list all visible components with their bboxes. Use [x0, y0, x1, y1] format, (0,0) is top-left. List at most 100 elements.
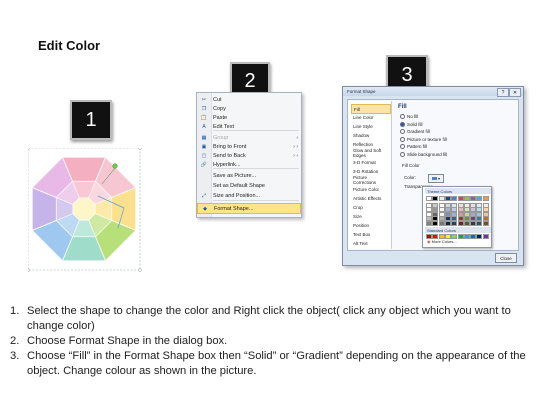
theme-color-swatch[interactable] — [476, 221, 483, 226]
nav-item-shadow[interactable]: Shadow — [351, 131, 391, 139]
dialog-nav: Fill Line Color Line Style Shadow Reflection… — [349, 101, 392, 249]
resize-handle[interactable] — [138, 148, 142, 150]
nav-item-reflection[interactable]: Reflection — [351, 140, 391, 148]
nav-item-artistic-effects[interactable]: Artistic Effects — [351, 194, 391, 202]
menu-item-format-shape[interactable]: ◆ Format Shape... — [197, 203, 301, 214]
copy-icon: ❐ — [201, 105, 207, 112]
standard-color-swatch[interactable] — [463, 234, 470, 239]
theme-color-swatch[interactable] — [444, 196, 451, 201]
current-color-swatch — [431, 177, 437, 180]
step-badge-1: 1 — [70, 100, 112, 140]
menu-item-group[interactable]: ▦ Group › — [197, 133, 301, 142]
menu-item-paste[interactable]: 📋 Paste — [197, 113, 301, 122]
fill-option-radio[interactable]: Slide background fill — [400, 151, 448, 157]
nav-item-picture-corrections[interactable]: Picture Corrections — [351, 175, 391, 185]
theme-color-swatch[interactable] — [432, 221, 439, 226]
theme-color-swatch[interactable] — [444, 221, 451, 226]
menu-item-size-and-position[interactable]: ⤢ Size and Position... — [197, 191, 301, 200]
close-icon[interactable]: ✕ — [509, 88, 521, 97]
radio-dot[interactable] — [400, 114, 405, 119]
theme-color-swatch[interactable] — [470, 196, 477, 201]
nav-item-crop[interactable]: Crop — [351, 203, 391, 211]
theme-color-swatch[interactable] — [457, 196, 464, 201]
step-number: 2. — [10, 335, 20, 347]
fill-option-radio[interactable]: Solid fill — [400, 121, 423, 127]
standard-color-swatch[interactable] — [482, 234, 489, 239]
nav-item-line-color[interactable]: Line Color — [351, 113, 391, 121]
nav-item-alt-text[interactable]: Alt Text — [351, 239, 391, 247]
octagon-center[interactable] — [72, 197, 96, 221]
menu-item-copy[interactable]: ❐ Copy — [197, 104, 301, 113]
rotate-handle[interactable] — [112, 163, 118, 169]
fill-option-label: Picture or texture fill — [407, 136, 447, 142]
fill-option-radio[interactable]: Picture or texture fill — [400, 136, 447, 142]
nav-item-size[interactable]: Size — [351, 212, 391, 220]
color-palette-dropdown: Theme Colors Standard Colors ◉ More Colo… — [422, 186, 492, 248]
theme-color-swatch[interactable] — [438, 221, 445, 226]
theme-color-swatch[interactable] — [482, 221, 489, 226]
scissors-icon: ✂ — [201, 96, 207, 103]
radio-dot[interactable] — [400, 144, 405, 149]
color-picker-button[interactable]: ▾ — [428, 174, 444, 183]
menu-separator — [213, 130, 299, 131]
text-icon: A — [202, 123, 206, 130]
radio-dot[interactable] — [400, 121, 405, 127]
standard-color-swatch[interactable] — [470, 234, 477, 239]
nav-item-3-d-format[interactable]: 3-D Format — [351, 158, 391, 166]
resize-handle[interactable] — [138, 268, 142, 272]
more-colors-label: More Colors... — [431, 239, 457, 244]
nav-item-picture-color[interactable]: Picture Color — [351, 185, 391, 193]
resize-handle[interactable] — [28, 268, 30, 272]
paste-icon: 📋 — [200, 114, 208, 121]
menu-item-label: Set as Default Shape — [213, 182, 265, 189]
menu-item-bring-to-front[interactable]: ▣ Bring to Front › › — [197, 142, 301, 151]
fill-option-radio[interactable]: No fill — [400, 114, 418, 119]
submenu-arrow-icon: › › — [293, 143, 298, 150]
hyperlink-icon: 🔗 — [200, 161, 208, 168]
close-button[interactable]: Close — [495, 253, 517, 263]
radio-dot[interactable] — [400, 136, 405, 142]
theme-color-swatch[interactable] — [426, 221, 432, 226]
fill-option-label: Pattern fill — [407, 144, 428, 149]
menu-item-label: Format Shape... — [214, 205, 254, 212]
nav-item-position[interactable]: Position — [351, 221, 391, 229]
step-number: 3. — [10, 350, 20, 362]
theme-color-swatch[interactable] — [426, 196, 432, 201]
radio-dot[interactable] — [400, 129, 405, 134]
menu-item-cut[interactable]: ✂ Cut — [197, 95, 301, 104]
theme-color-swatch[interactable] — [470, 221, 477, 226]
format-shape-icon: ◆ — [203, 205, 207, 212]
theme-color-swatch[interactable] — [432, 196, 439, 201]
menu-item-set-as-default-shape[interactable]: Set as Default Shape — [197, 181, 301, 190]
bring-front-icon: ▣ — [201, 143, 207, 150]
fill-option-label: Gradient fill — [407, 129, 430, 134]
theme-color-swatch[interactable] — [482, 196, 489, 201]
theme-color-swatch[interactable] — [463, 196, 470, 201]
resize-handle[interactable] — [28, 148, 30, 150]
standard-color-swatch[interactable] — [457, 234, 464, 239]
nav-item-glow-and-soft-edges[interactable]: Glow and Soft Edges — [351, 148, 391, 158]
more-colors-link[interactable]: ◉ More Colors... — [427, 239, 457, 244]
theme-color-swatch[interactable] — [451, 196, 458, 201]
theme-color-swatch[interactable] — [457, 221, 464, 226]
send-back-icon: ▢ — [201, 152, 207, 159]
theme-color-swatch[interactable] — [438, 196, 445, 201]
help-button[interactable]: ? — [497, 88, 509, 97]
menu-item-send-to-back[interactable]: ▢ Send to Back › › — [197, 151, 301, 160]
nav-item-3-d-rotation[interactable]: 3-D Rotation — [351, 167, 391, 175]
fill-option-radio[interactable]: Pattern fill — [400, 144, 427, 149]
nav-item-text-box[interactable]: Text Box — [351, 230, 391, 238]
octagon-shape[interactable] — [28, 148, 148, 273]
fill-option-radio[interactable]: Gradient fill — [400, 129, 430, 134]
radio-dot[interactable] — [400, 151, 405, 157]
theme-color-swatch[interactable] — [476, 196, 483, 201]
palette-icon: ◉ — [427, 239, 431, 244]
menu-item-label: Group — [213, 134, 229, 141]
color-label: Color: — [404, 175, 417, 180]
fill-option-label: Slide background fill — [407, 151, 448, 157]
theme-color-swatch[interactable] — [463, 221, 470, 226]
nav-item-line-style[interactable]: Line Style — [351, 122, 391, 130]
menu-item-save-as-picture[interactable]: Save as Picture... — [197, 171, 301, 180]
theme-color-swatch[interactable] — [451, 221, 458, 226]
standard-color-swatch[interactable] — [476, 234, 483, 239]
